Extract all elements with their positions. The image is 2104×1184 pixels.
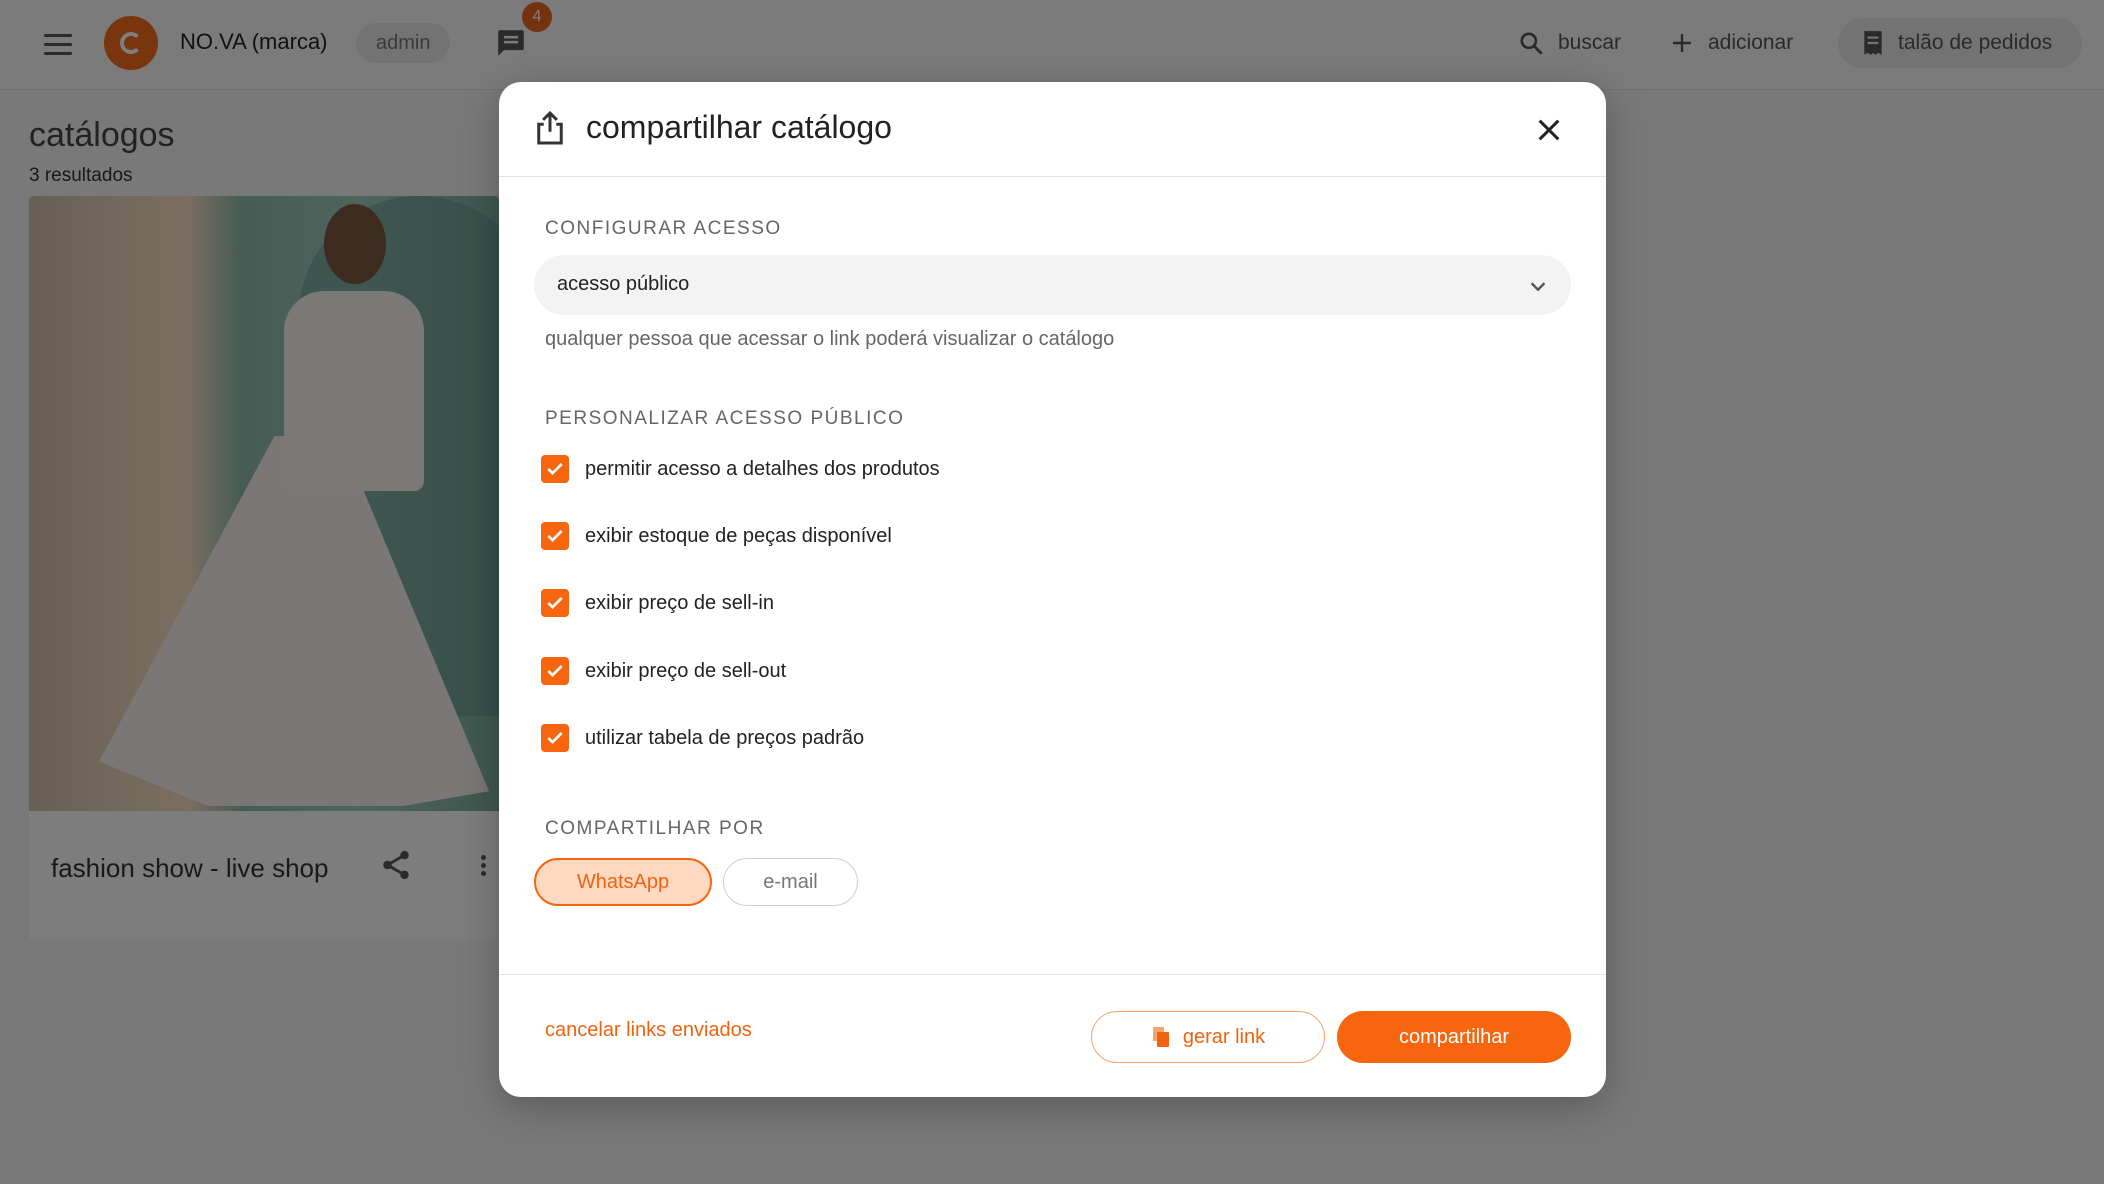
access-select[interactable]: acesso público <box>534 255 1571 315</box>
option-sell-in-price[interactable]: exibir preço de sell-in <box>541 588 774 618</box>
option-label: exibir preço de sell-in <box>585 591 774 614</box>
access-helper-text: qualquer pessoa que acessar o link poder… <box>545 328 1115 350</box>
option-label: utilizar tabela de preços padrão <box>585 726 865 749</box>
share-by-section-label: COMPARTILHAR POR <box>545 818 765 839</box>
dialog-title: compartilhar catálogo <box>586 109 892 145</box>
share-button[interactable]: compartilhar <box>1337 1011 1571 1063</box>
option-label: exibir estoque de peças disponível <box>585 524 892 547</box>
option-product-details[interactable]: permitir acesso a detalhes dos produtos <box>541 454 940 484</box>
cancel-links-link[interactable]: cancelar links enviados <box>545 1019 752 1042</box>
share-upload-icon <box>537 110 563 145</box>
access-section-label: CONFIGURAR ACESSO <box>545 218 782 239</box>
custom-access-section-label: PERSONALIZAR ACESSO PÚBLICO <box>545 408 905 429</box>
option-stock[interactable]: exibir estoque de peças disponível <box>541 521 892 551</box>
close-icon[interactable] <box>1535 116 1563 144</box>
option-sell-out-price[interactable]: exibir preço de sell-out <box>541 656 786 686</box>
share-catalog-dialog: compartilhar catálogo CONFIGURAR ACESSO … <box>499 82 1606 1097</box>
generate-link-button[interactable]: gerar link <box>1091 1011 1325 1063</box>
checkbox-checked[interactable] <box>541 522 569 550</box>
share-email-chip[interactable]: e-mail <box>723 858 858 906</box>
option-label: permitir acesso a detalhes dos produtos <box>585 457 940 480</box>
checkbox-checked[interactable] <box>541 657 569 685</box>
chevron-down-icon <box>1530 282 1546 292</box>
copy-icon <box>1152 1027 1169 1047</box>
dialog-header: compartilhar catálogo <box>499 82 1606 177</box>
option-default-price-table[interactable]: utilizar tabela de preços padrão <box>541 723 864 753</box>
share-whatsapp-chip[interactable]: WhatsApp <box>534 858 712 906</box>
option-label: exibir preço de sell-out <box>585 659 787 682</box>
generate-link-label: gerar link <box>1182 1025 1266 1048</box>
checkbox-checked[interactable] <box>541 589 569 617</box>
dialog-footer: cancelar links enviados gerar link compa… <box>499 974 1606 1097</box>
access-select-value: acesso público <box>557 273 690 295</box>
checkbox-checked[interactable] <box>541 724 569 752</box>
checkbox-checked[interactable] <box>541 455 569 483</box>
